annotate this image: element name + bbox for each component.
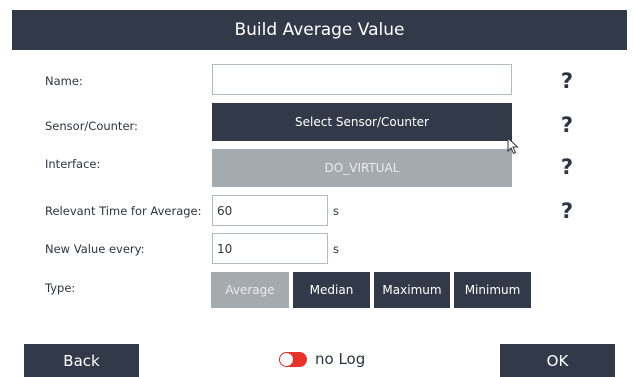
ok-button[interactable]: OK	[500, 344, 615, 377]
sensor-help-icon[interactable]: ?	[559, 113, 575, 137]
relevant-time-help-icon[interactable]: ?	[559, 199, 575, 223]
dialog-title-bar: Build Average Value	[12, 10, 627, 50]
type-median-label: Median	[309, 283, 354, 297]
type-average-label: Average	[225, 283, 275, 297]
type-maximum-button[interactable]: Maximum	[374, 272, 450, 308]
type-label: Type:	[45, 281, 76, 295]
name-input[interactable]	[212, 64, 512, 95]
new-value-unit: s	[333, 242, 339, 256]
back-button[interactable]: Back	[24, 344, 139, 377]
sensor-label: Sensor/Counter:	[45, 119, 138, 133]
interface-value: DO_VIRTUAL	[324, 161, 400, 175]
name-label: Name:	[45, 74, 83, 88]
log-toggle-label: no Log	[315, 350, 366, 368]
log-toggle-knob	[280, 353, 293, 366]
relevant-time-unit: s	[333, 204, 339, 218]
interface-field: DO_VIRTUAL	[212, 149, 512, 187]
type-minimum-label: Minimum	[464, 283, 521, 297]
interface-label: Interface:	[45, 157, 101, 171]
mouse-pointer-icon	[507, 137, 519, 155]
new-value-label: New Value every:	[45, 242, 145, 256]
select-sensor-button-label: Select Sensor/Counter	[295, 115, 429, 129]
relevant-time-label: Relevant Time for Average:	[45, 204, 202, 218]
interface-help-icon[interactable]: ?	[559, 155, 575, 179]
type-minimum-button[interactable]: Minimum	[454, 272, 531, 308]
type-median-button[interactable]: Median	[293, 272, 370, 308]
dialog-title: Build Average Value	[234, 20, 405, 40]
new-value-input[interactable]	[212, 233, 328, 264]
name-help-icon[interactable]: ?	[559, 69, 575, 93]
select-sensor-button[interactable]: Select Sensor/Counter	[212, 103, 512, 141]
type-average-button[interactable]: Average	[211, 272, 289, 308]
back-button-label: Back	[63, 351, 100, 370]
log-toggle[interactable]	[279, 352, 307, 367]
relevant-time-input[interactable]	[212, 195, 328, 226]
type-maximum-label: Maximum	[382, 283, 442, 297]
ok-button-label: OK	[546, 351, 569, 370]
